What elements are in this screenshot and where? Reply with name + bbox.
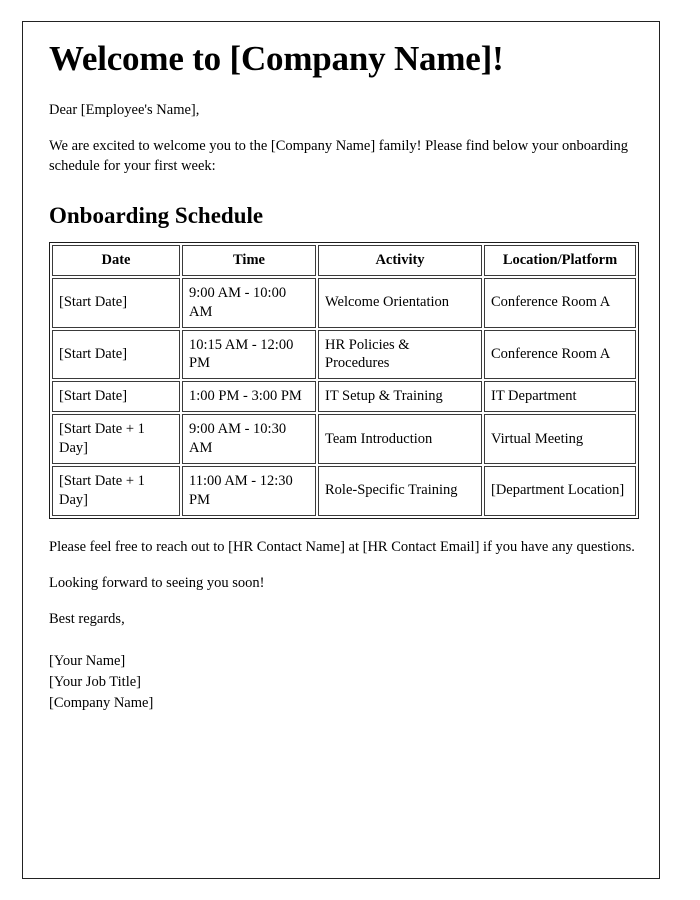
sign-off-text: Best regards, bbox=[49, 610, 125, 627]
looking-forward-text: Looking forward to seeing you soon! bbox=[49, 574, 265, 591]
cell-location: Conference Room A bbox=[484, 277, 636, 328]
cell-date: [Start Date] bbox=[52, 329, 180, 380]
cell-activity: Team Introduction bbox=[318, 414, 482, 464]
cell-time: 1:00 PM - 3:00 PM bbox=[182, 381, 316, 413]
cell-location: Virtual Meeting bbox=[484, 414, 636, 464]
cell-time: 9:00 AM - 10:30 AM bbox=[182, 414, 316, 464]
closing-paragraph: Please feel free to reach out to [HR Con… bbox=[49, 538, 635, 555]
signature-job-title: [Your Job Title] bbox=[49, 673, 142, 690]
table-row: [Start Date] 1:00 PM - 3:00 PM IT Setup … bbox=[52, 381, 636, 413]
table-row: [Start Date] 10:15 AM - 12:00 PM HR Poli… bbox=[52, 329, 636, 380]
signature-block: [Your Name] [Your Job Title] [Company Na… bbox=[49, 651, 635, 714]
signature-company: [Company Name] bbox=[49, 694, 154, 711]
cell-time: 11:00 AM - 12:30 PM bbox=[182, 465, 316, 516]
cell-date: [Start Date + 1 Day] bbox=[52, 465, 180, 516]
cell-location: Conference Room A bbox=[484, 329, 636, 380]
table-row: [Start Date + 1 Day] 11:00 AM - 12:30 PM… bbox=[52, 465, 636, 516]
section-heading-onboarding-schedule: Onboarding Schedule bbox=[49, 202, 264, 228]
signature-name: [Your Name] bbox=[49, 652, 126, 669]
cell-location: IT Department bbox=[484, 381, 636, 413]
column-header-date: Date bbox=[52, 245, 180, 276]
table-row: [Start Date] 9:00 AM - 10:00 AM Welcome … bbox=[52, 277, 636, 328]
page-title: Welcome to [Company Name]! bbox=[49, 39, 504, 78]
cell-date: [Start Date] bbox=[52, 381, 180, 413]
salutation-text: Dear [Employee's Name], bbox=[49, 101, 200, 118]
cell-activity: HR Policies & Procedures bbox=[318, 329, 482, 380]
cell-date: [Start Date + 1 Day] bbox=[52, 414, 180, 464]
page-frame: Welcome to [Company Name]! Dear [Employe… bbox=[22, 21, 660, 879]
column-header-activity: Activity bbox=[318, 245, 482, 276]
cell-location: [Department Location] bbox=[484, 465, 636, 516]
document-body: Welcome to [Company Name]! Dear [Employe… bbox=[49, 39, 639, 714]
table-header-row: Date Time Activity Location/Platform bbox=[52, 245, 636, 276]
cell-activity: IT Setup & Training bbox=[318, 381, 482, 413]
onboarding-schedule-table: Date Time Activity Location/Platform [St… bbox=[49, 242, 639, 519]
cell-time: 9:00 AM - 10:00 AM bbox=[182, 277, 316, 328]
table-row: [Start Date + 1 Day] 9:00 AM - 10:30 AM … bbox=[52, 414, 636, 464]
cell-date: [Start Date] bbox=[52, 277, 180, 328]
column-header-location: Location/Platform bbox=[484, 245, 636, 276]
cell-time: 10:15 AM - 12:00 PM bbox=[182, 329, 316, 380]
column-header-time: Time bbox=[182, 245, 316, 276]
intro-paragraph: We are excited to welcome you to the [Co… bbox=[49, 137, 629, 174]
cell-activity: Welcome Orientation bbox=[318, 277, 482, 328]
cell-activity: Role-Specific Training bbox=[318, 465, 482, 516]
